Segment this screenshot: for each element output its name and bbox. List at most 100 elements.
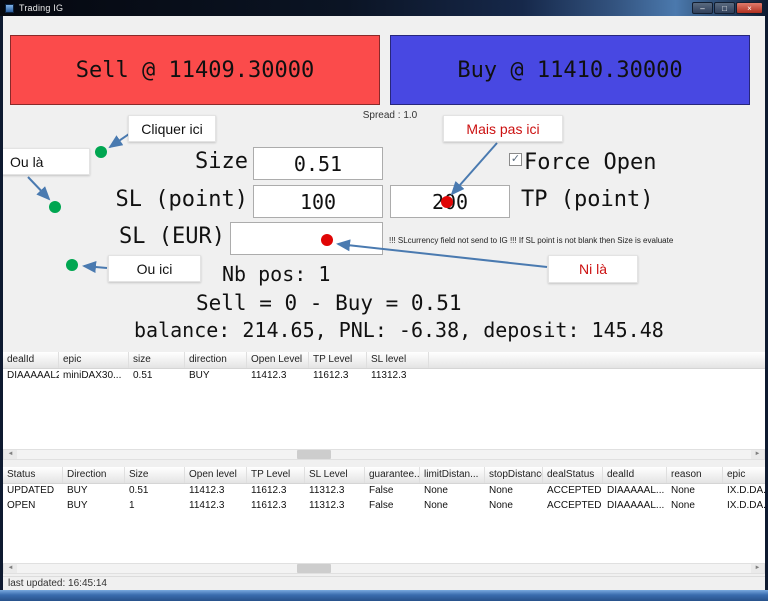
- positions-horizontal-scrollbar[interactable]: ◄ ►: [3, 449, 765, 460]
- column-header[interactable]: reason: [667, 467, 723, 483]
- cell: UPDATED: [7, 485, 55, 496]
- scrollbar-track[interactable]: [17, 564, 751, 573]
- cell: BUY: [189, 370, 210, 381]
- green-marker-dot: [66, 259, 78, 271]
- sl-eur-input[interactable]: [230, 222, 383, 255]
- scrollbar-thumb[interactable]: [297, 564, 331, 573]
- cell: None: [489, 485, 513, 496]
- cell: None: [424, 500, 448, 511]
- scroll-left-icon[interactable]: ◄: [4, 564, 17, 573]
- buy-button[interactable]: Buy @ 11410.30000: [390, 35, 750, 105]
- cell: 11312.3: [309, 500, 345, 511]
- cell: None: [424, 485, 448, 496]
- tp-point-label: TP (point): [521, 187, 654, 212]
- cell: 0.51: [133, 370, 153, 381]
- annotation-ni-la: Ni là: [548, 255, 638, 283]
- positions-table: dealId epic size direction Open Level TP…: [3, 352, 765, 449]
- table-row[interactable]: UPDATED BUY 0.51 11412.3 11612.3 11312.3…: [3, 484, 765, 499]
- red-marker-dot: [321, 234, 333, 246]
- app-icon: [5, 3, 14, 13]
- column-header[interactable]: guarantee...: [365, 467, 420, 483]
- window-border-bottom: [0, 590, 768, 601]
- column-header[interactable]: TP Level: [309, 352, 367, 368]
- table-row[interactable]: OPEN BUY 1 11412.3 11612.3 11312.3 False…: [3, 499, 765, 514]
- cell: DIAAAAAL...: [607, 500, 665, 511]
- cell: False: [369, 500, 394, 511]
- green-marker-dot: [95, 146, 107, 158]
- cell: DIAAAAAL2...: [7, 370, 59, 381]
- annotation-ou-ici: Ou ici: [108, 255, 201, 282]
- column-header[interactable]: SL Level: [305, 467, 365, 483]
- status-bar: last updated: 16:45:14: [3, 576, 765, 590]
- scrollbar-track[interactable]: [17, 450, 751, 459]
- cell: IX.D.DA...: [727, 485, 765, 496]
- cell: 11412.3: [189, 485, 225, 496]
- column-header[interactable]: SL level: [367, 352, 429, 368]
- column-header[interactable]: stopDistance: [485, 467, 543, 483]
- deal-status-table-header: Status Direction Size Open level TP Leve…: [3, 467, 765, 484]
- window-border-left: [0, 16, 3, 590]
- cell: 11412.3: [189, 500, 225, 511]
- cell: BUY: [67, 500, 88, 511]
- minimize-button[interactable]: –: [692, 2, 713, 14]
- scrollbar-thumb[interactable]: [297, 450, 331, 459]
- sell-buy-summary: Sell = 0 - Buy = 0.51: [196, 291, 462, 315]
- column-header-filler: [429, 352, 765, 368]
- annotation-ou-la: Ou là: [2, 148, 90, 175]
- cell: 11312.3: [309, 485, 345, 496]
- column-header[interactable]: epic: [59, 352, 129, 368]
- close-button[interactable]: ×: [736, 2, 763, 14]
- annotation-cliquer-ici: Cliquer ici: [128, 115, 216, 142]
- cell: 11612.3: [251, 485, 287, 496]
- column-header[interactable]: dealId: [603, 467, 667, 483]
- cell: False: [369, 485, 394, 496]
- column-header[interactable]: direction: [185, 352, 247, 368]
- green-marker-dot: [49, 201, 61, 213]
- cell: OPEN: [7, 500, 36, 511]
- sell-button[interactable]: Sell @ 11409.30000: [10, 35, 380, 105]
- force-open-label: Force Open: [524, 150, 657, 175]
- annotation-mais-pas-ici: Mais pas ici: [443, 115, 563, 142]
- red-marker-dot: [441, 196, 453, 208]
- window-title: Trading IG: [19, 3, 64, 13]
- column-header[interactable]: TP Level: [247, 467, 305, 483]
- table-row[interactable]: DIAAAAAL2... miniDAX30... 0.51 BUY 11412…: [3, 369, 765, 384]
- cell: 1: [129, 500, 135, 511]
- cell: ACCEPTED: [547, 485, 602, 496]
- column-header[interactable]: size: [129, 352, 185, 368]
- column-header[interactable]: Status: [3, 467, 63, 483]
- maximize-button[interactable]: □: [714, 2, 735, 14]
- column-header[interactable]: Size: [125, 467, 185, 483]
- scroll-right-icon[interactable]: ►: [751, 450, 764, 459]
- cell: None: [489, 500, 513, 511]
- window-controls: – □ ×: [692, 2, 763, 14]
- spread-label: Spread : 1.0: [362, 110, 418, 121]
- last-updated-label: last updated: 16:45:14: [8, 578, 107, 589]
- cell: 0.51: [129, 485, 149, 496]
- cell: miniDAX30...: [63, 370, 122, 381]
- cell: [429, 369, 765, 384]
- size-input[interactable]: [253, 147, 383, 180]
- cell: BUY: [67, 485, 88, 496]
- positions-table-header: dealId epic size direction Open Level TP…: [3, 352, 765, 369]
- cell: 11612.3: [251, 500, 287, 511]
- sl-eur-label: SL (EUR): [119, 224, 225, 249]
- sl-point-input[interactable]: [253, 185, 383, 218]
- cell: 11612.3: [313, 370, 349, 381]
- column-header[interactable]: limitDistan...: [420, 467, 485, 483]
- column-header[interactable]: Direction: [63, 467, 125, 483]
- force-open-checkbox[interactable]: ✓: [509, 153, 522, 166]
- deal-status-table: Status Direction Size Open level TP Leve…: [3, 467, 765, 563]
- scroll-right-icon[interactable]: ►: [751, 564, 764, 573]
- status-horizontal-scrollbar[interactable]: ◄ ►: [3, 563, 765, 574]
- column-header[interactable]: dealStatus: [543, 467, 603, 483]
- cell: 11312.3: [371, 370, 407, 381]
- column-header[interactable]: dealId: [3, 352, 59, 368]
- cell: None: [671, 485, 695, 496]
- column-header[interactable]: epic: [723, 467, 765, 483]
- column-header[interactable]: Open level: [185, 467, 247, 483]
- sl-point-label: SL (point): [115, 187, 248, 212]
- cell: ACCEPTED: [547, 500, 602, 511]
- scroll-left-icon[interactable]: ◄: [4, 450, 17, 459]
- column-header[interactable]: Open Level: [247, 352, 309, 368]
